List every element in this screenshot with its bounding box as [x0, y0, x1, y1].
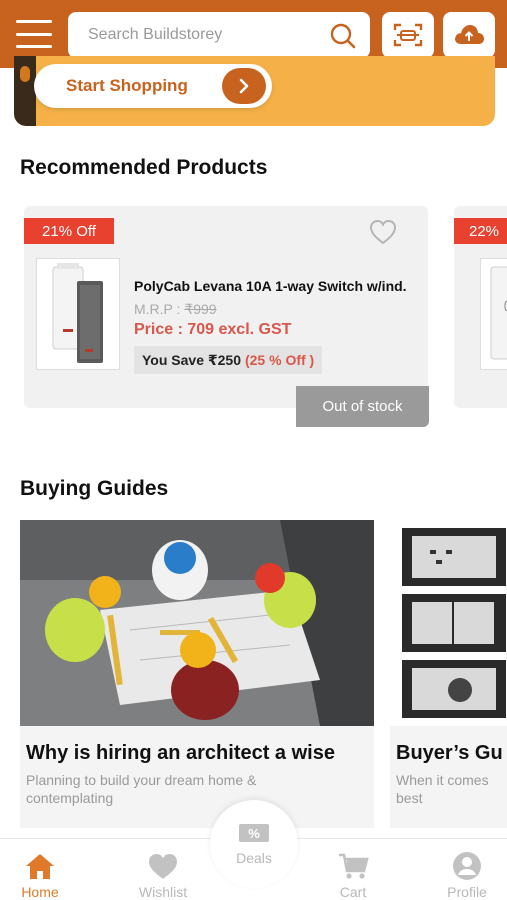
recommended-title: Recommended Products: [20, 156, 268, 179]
guide-description: Planning to build your dream home & cont…: [26, 772, 257, 806]
product-card[interactable]: 21% Off PolyCab Levana 10A 1-way Switch …: [24, 206, 429, 427]
promo-banner: Start Shopping: [14, 56, 495, 126]
chevron-right-icon: [222, 68, 266, 104]
out-of-stock-button[interactable]: Out of stock: [296, 386, 429, 427]
nav-profile-label: Profile: [447, 884, 487, 900]
nav-deals-label: Deals: [236, 850, 272, 866]
guide-title[interactable]: Why is hiring an architect a wise: [26, 742, 335, 765]
product-image[interactable]: [480, 258, 507, 370]
nav-cart-label: Cart: [339, 884, 367, 900]
hamburger-menu-icon[interactable]: [12, 14, 56, 54]
deals-tag-icon: %: [239, 824, 269, 842]
guide-card[interactable]: Why is hiring an architect a wise Planni…: [20, 520, 374, 828]
savings-percent: (25 % Off ): [244, 352, 315, 368]
scan-button[interactable]: [382, 12, 434, 58]
guide-card[interactable]: Buyer’s Gu When it comes best: [390, 520, 507, 828]
product-image[interactable]: [36, 258, 120, 370]
buying-guides-title: Buying Guides: [20, 477, 169, 500]
guide-image-switches[interactable]: [390, 520, 507, 726]
start-shopping-label: Start Shopping: [66, 76, 188, 95]
start-shopping-button[interactable]: Start Shopping: [34, 64, 272, 108]
profile-icon: [453, 852, 481, 880]
heart-icon: [149, 854, 177, 879]
mrp-label: M.R.P :: [134, 301, 185, 317]
mrp-value: ₹999: [184, 301, 217, 317]
nav-deals[interactable]: % Deals: [210, 800, 298, 888]
discount-badge: 21% Off: [24, 218, 114, 244]
search-icon[interactable]: [330, 23, 356, 49]
nav-home-label: Home: [21, 884, 59, 900]
nav-home[interactable]: Home: [5, 839, 75, 900]
nav-profile[interactable]: Profile: [432, 839, 502, 900]
savings-badge: You Save ₹250 (25 % Off ): [134, 346, 323, 374]
discount-badge: 22%: [454, 218, 507, 244]
nav-wishlist-label: Wishlist: [138, 884, 188, 900]
nav-cart[interactable]: Cart: [318, 839, 388, 900]
heart-icon[interactable]: [368, 218, 398, 246]
savings-amount: You Save ₹250: [142, 351, 241, 368]
product-card[interactable]: 22%: [454, 206, 507, 408]
upload-button[interactable]: [443, 12, 495, 58]
search-bar[interactable]: [68, 12, 370, 58]
home-icon: [26, 854, 54, 879]
cart-icon: [339, 853, 369, 879]
search-input[interactable]: [68, 12, 318, 58]
product-price: Price : 709 excl. GST: [134, 321, 292, 338]
guide-title[interactable]: Buyer’s Gu: [396, 742, 503, 765]
guide-description: When it comes best: [396, 772, 489, 806]
guide-image-architects[interactable]: [20, 520, 374, 726]
nav-wishlist[interactable]: Wishlist: [128, 839, 198, 900]
product-mrp: M.R.P : ₹999: [134, 301, 217, 318]
banner-graphic-accent: [20, 66, 30, 82]
scan-icon: [393, 23, 423, 47]
cloud-upload-icon: [455, 25, 484, 44]
svg-text:%: %: [248, 826, 260, 841]
product-name[interactable]: PolyCab Levana 10A 1-way Switch w/ind.: [134, 278, 407, 294]
